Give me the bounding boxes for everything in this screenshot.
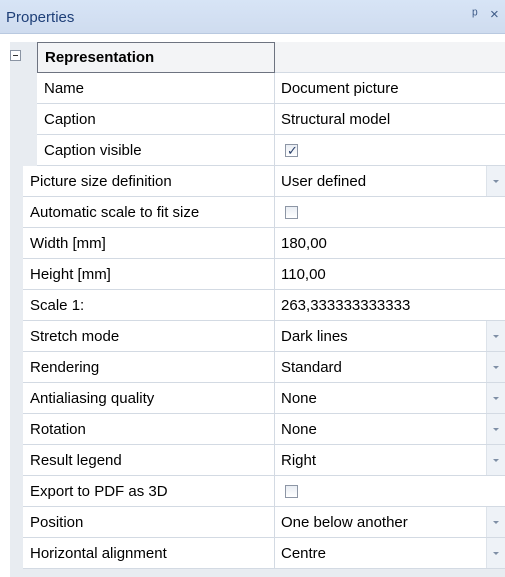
dropdown-arrow-icon[interactable] xyxy=(486,538,505,568)
property-value-text: User defined xyxy=(281,173,367,190)
property-name: Automatic scale to fit size xyxy=(23,197,275,228)
property-value[interactable]: 110,00 xyxy=(275,259,505,290)
property-value-text: Dark lines xyxy=(281,328,348,345)
property-value-text: None xyxy=(281,421,317,438)
section-label: Representation xyxy=(37,42,275,73)
checkmark-icon: ✓ xyxy=(287,143,298,158)
property-value-text: Right xyxy=(281,452,317,469)
property-checkbox[interactable] xyxy=(285,206,298,219)
property-checkbox[interactable] xyxy=(285,485,298,498)
dropdown-arrow-icon[interactable] xyxy=(486,352,505,382)
close-icon[interactable]: × xyxy=(490,6,499,23)
property-row[interactable]: Antialiasing quality None xyxy=(10,383,505,414)
property-value-text: Centre xyxy=(281,545,327,562)
property-row[interactable]: Rendering Standard xyxy=(10,352,505,383)
property-name: Caption xyxy=(37,104,275,135)
panel-title: Properties xyxy=(6,9,75,26)
dropdown-arrow-icon[interactable] xyxy=(486,445,505,475)
property-value-text: Standard xyxy=(281,359,342,376)
property-name: Rotation xyxy=(23,414,275,445)
property-checkbox[interactable]: ✓ xyxy=(285,143,298,158)
section-value xyxy=(275,42,505,73)
property-row[interactable]: Height [mm] 110,00 xyxy=(10,259,505,290)
property-row[interactable]: Stretch mode Dark lines xyxy=(10,321,505,352)
property-name: Picture size definition xyxy=(23,166,275,197)
property-row[interactable]: Width [mm] 180,00 xyxy=(10,228,505,259)
property-row[interactable]: Picture size definition User defined xyxy=(10,166,505,197)
property-name: Name xyxy=(37,73,275,104)
property-value[interactable]: Standard xyxy=(275,352,505,383)
property-value-text: One below another xyxy=(281,514,408,531)
property-value[interactable]: User defined xyxy=(275,166,505,197)
property-row[interactable]: Export to PDF as 3D xyxy=(10,476,505,507)
pin-icon[interactable]: ᵖ xyxy=(472,6,478,23)
property-value[interactable]: One below another xyxy=(275,507,505,538)
property-value[interactable]: 263,333333333333 xyxy=(275,290,505,321)
property-value[interactable] xyxy=(275,197,505,228)
dropdown-arrow-icon[interactable] xyxy=(486,414,505,444)
property-name: Stretch mode xyxy=(23,321,275,352)
property-value[interactable]: Centre xyxy=(275,538,505,569)
property-value[interactable]: Structural model xyxy=(275,104,505,135)
property-row[interactable]: Caption visible ✓ xyxy=(10,135,505,166)
property-row[interactable]: Horizontal alignment Centre xyxy=(10,538,505,569)
property-value[interactable]: 180,00 xyxy=(275,228,505,259)
dropdown-arrow-icon[interactable] xyxy=(486,507,505,537)
property-value[interactable]: None xyxy=(275,414,505,445)
property-value-text: 110,00 xyxy=(281,266,326,283)
property-row[interactable]: Automatic scale to fit size xyxy=(10,197,505,228)
property-grid: Representation Name Document picture Capti… xyxy=(10,42,505,577)
property-name: Horizontal alignment xyxy=(23,538,275,569)
property-name: Result legend xyxy=(23,445,275,476)
property-value[interactable]: Dark lines xyxy=(275,321,505,352)
dropdown-arrow-icon[interactable] xyxy=(486,383,505,413)
property-name: Scale 1: xyxy=(23,290,275,321)
property-value[interactable]: Document picture xyxy=(275,73,505,104)
property-row[interactable]: Position One below another xyxy=(10,507,505,538)
property-name: Position xyxy=(23,507,275,538)
property-row[interactable]: Rotation None xyxy=(10,414,505,445)
property-value[interactable]: Right xyxy=(275,445,505,476)
section-representation[interactable]: Representation xyxy=(10,42,505,73)
collapse-icon[interactable] xyxy=(10,50,21,61)
dropdown-arrow-icon[interactable] xyxy=(486,321,505,351)
property-row[interactable]: Result legend Right xyxy=(10,445,505,476)
property-row[interactable]: Scale 1: 263,333333333333 xyxy=(10,290,505,321)
property-row[interactable]: Name Document picture xyxy=(10,73,505,104)
property-value[interactable]: None xyxy=(275,383,505,414)
property-name: Height [mm] xyxy=(23,259,275,290)
property-name: Antialiasing quality xyxy=(23,383,275,414)
property-value-text: 180,00 xyxy=(281,235,327,252)
property-value-text: None xyxy=(281,390,317,407)
property-name: Export to PDF as 3D xyxy=(23,476,275,507)
property-value-text: Structural model xyxy=(281,111,391,128)
properties-titlebar: Properties ᵖ × xyxy=(0,0,505,34)
property-name: Width [mm] xyxy=(23,228,275,259)
property-row[interactable]: Caption Structural model xyxy=(10,104,505,135)
property-name: Caption visible xyxy=(37,135,275,166)
property-value[interactable] xyxy=(275,476,505,507)
property-value[interactable]: ✓ xyxy=(275,135,505,166)
property-name: Rendering xyxy=(23,352,275,383)
property-value-text: Document picture xyxy=(281,80,399,97)
dropdown-arrow-icon[interactable] xyxy=(486,166,505,196)
property-value-text: 263,333333333333 xyxy=(281,297,411,314)
